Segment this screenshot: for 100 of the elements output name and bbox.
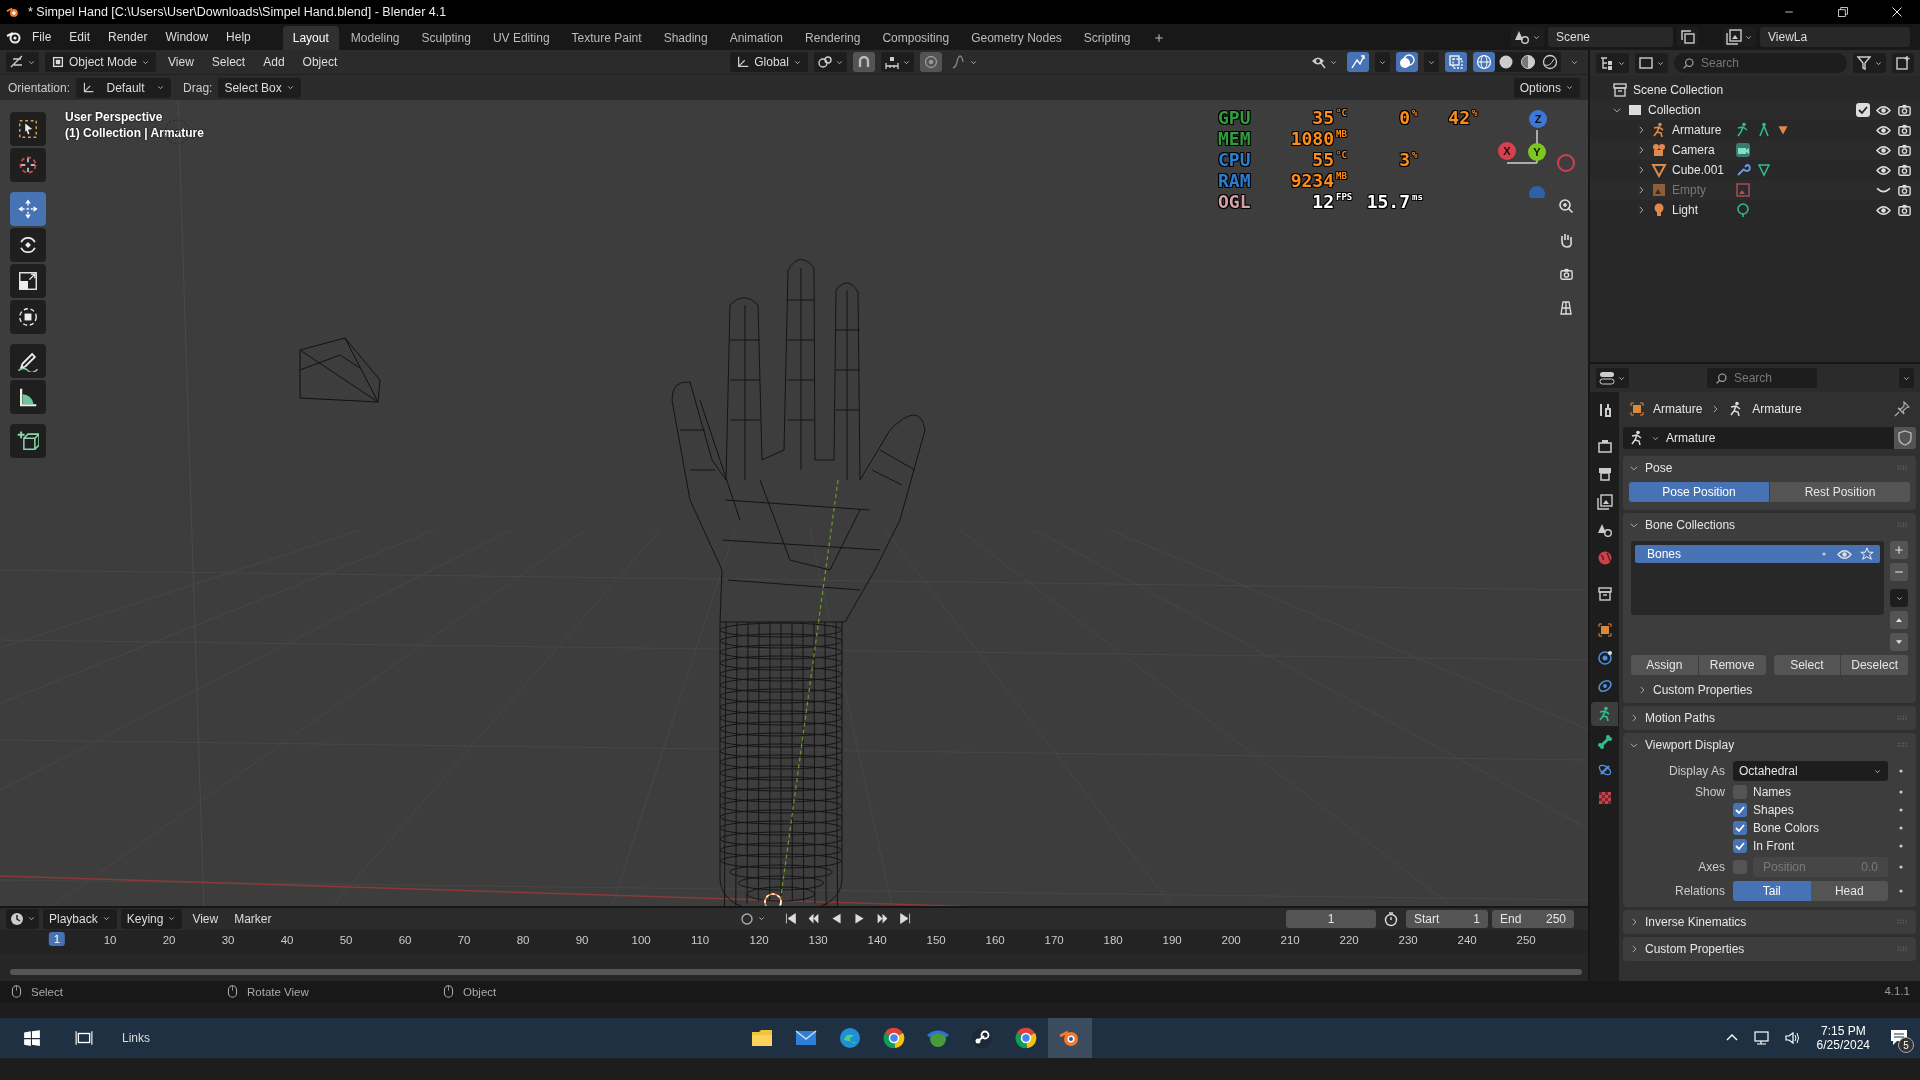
status-hint: Rotate View (247, 985, 309, 998)
frame-number: 180 (1103, 933, 1123, 946)
stat-label: GPU (1218, 108, 1252, 128)
frame-number: 240 (1457, 933, 1477, 946)
toggle-button[interactable]: Tail (1733, 881, 1811, 901)
workspace-tab[interactable]: Geometry Nodes (961, 26, 1072, 50)
menu-item[interactable]: Render (100, 27, 156, 47)
view-layer-field[interactable]: ViewLa (1760, 27, 1910, 47)
data-name-field[interactable]: Armature (1623, 427, 1916, 449)
menu-item[interactable]: Window (157, 27, 217, 47)
search-box[interactable]: Search (1707, 368, 1817, 388)
action-button[interactable]: Assign (1631, 655, 1698, 675)
frame-number: 10 (103, 933, 117, 946)
frame-number: 200 (1221, 933, 1241, 946)
tree-item[interactable]: Light (1672, 203, 1730, 217)
frame-number: 90 (575, 933, 589, 946)
frame-number: 130 (808, 933, 828, 946)
menu-item[interactable]: Marker (228, 909, 278, 928)
z-axis-label[interactable]: Z (1529, 110, 1547, 128)
frame-number: 230 (1398, 933, 1418, 946)
mode-dropdown[interactable]: Object Mode (45, 52, 157, 72)
action-button[interactable]: Deselect (1840, 655, 1908, 675)
options-dropdown[interactable]: Options (1513, 77, 1580, 98)
checkbox-label: In Front (1753, 839, 1795, 853)
frame-number: 110 (690, 933, 710, 946)
subpanel-header[interactable]: Custom Properties (1623, 679, 1767, 697)
search-box[interactable]: Search (1674, 53, 1847, 73)
x-axis-label[interactable]: X (1498, 142, 1516, 160)
action-button[interactable]: Remove (1697, 655, 1766, 675)
panel-header[interactable]: Bone Collections (1623, 513, 1916, 537)
notifications-button[interactable]: 5 (1884, 1023, 1914, 1053)
status-hint: Select (31, 985, 63, 998)
workspace-tab[interactable]: Rendering (795, 26, 871, 50)
y-axis-label[interactable]: Y (1528, 143, 1546, 161)
stat-label: CPU (1218, 150, 1252, 170)
current-frame-field[interactable]: 1 (1286, 909, 1376, 928)
drag-label: Drag: (183, 80, 213, 95)
menu-item[interactable]: Help (218, 27, 259, 47)
panel-header[interactable]: Viewport Display (1623, 733, 1916, 757)
list-item[interactable]: Bones (1635, 545, 1880, 563)
workspace-tab[interactable]: Sculpting (411, 26, 481, 50)
panel-header[interactable]: Pose (1623, 456, 1916, 480)
tree-item[interactable]: Cube.001 (1672, 163, 1730, 177)
playhead[interactable]: 1 (48, 931, 66, 946)
frame-number: 100 (631, 933, 651, 946)
panel-header[interactable]: Inverse Kinematics (1623, 910, 1916, 934)
stat-reading: 3% (1398, 150, 1419, 170)
search-field[interactable]: Search (1732, 370, 1809, 386)
menu-item[interactable]: Add (257, 53, 291, 71)
frame-number: 190 (1162, 933, 1182, 946)
menu-item[interactable]: File (24, 27, 60, 47)
menu-item[interactable]: View (162, 53, 200, 71)
workspace-tab[interactable]: Shading (653, 26, 718, 50)
tree-item[interactable]: Scene Collection (1633, 83, 1724, 97)
field-label: Relations (1673, 884, 1725, 898)
tree-item[interactable]: Armature (1672, 123, 1730, 137)
frame-number: 250 (1516, 933, 1536, 946)
menu-item[interactable]: Playback (43, 908, 117, 929)
end-frame-field[interactable]: End 250 (1492, 909, 1574, 928)
menu-item[interactable]: Object (296, 53, 344, 71)
frame-number: 210 (1280, 933, 1300, 946)
panel-header[interactable]: Custom Properties (1623, 937, 1916, 961)
orientation-dropdown[interactable]: Default (76, 77, 172, 98)
menu-item[interactable]: View (186, 909, 225, 928)
field-label: Display As (1667, 764, 1725, 778)
breadcrumb-item[interactable]: Armature (1752, 402, 1802, 416)
view-name: User Perspective (65, 110, 164, 124)
frame-number: 40 (280, 933, 294, 946)
field-label: Show (1693, 785, 1725, 799)
display-as-dropdown[interactable]: Octahedral (1733, 761, 1888, 781)
toggle-button[interactable]: Pose Position (1629, 482, 1769, 502)
workspace-tab[interactable]: Compositing (872, 26, 960, 50)
toggle-button[interactable]: Rest Position (1769, 482, 1910, 502)
frame-number: 160 (985, 933, 1005, 946)
start-frame-field[interactable]: Start 1 (1406, 909, 1488, 928)
frame-number: 150 (926, 933, 946, 946)
menu-item[interactable]: Edit (61, 27, 99, 47)
scene-field[interactable]: Scene (1548, 27, 1673, 47)
menu-item[interactable]: Keying (120, 908, 183, 929)
toggle-button[interactable]: Head (1810, 881, 1888, 901)
frame-number: 60 (398, 933, 412, 946)
tree-item[interactable]: Collection (1648, 103, 1706, 117)
workspace-tab[interactable]: Scripting (1073, 26, 1141, 50)
frame-number: 170 (1044, 933, 1064, 946)
workspace-tab[interactable]: Texture Paint (561, 26, 652, 50)
menu-item[interactable]: Select (205, 53, 252, 71)
workspace-tab[interactable]: UV Editing (482, 26, 560, 50)
frame-number: 120 (749, 933, 769, 946)
panel-header[interactable]: Motion Paths (1623, 706, 1916, 730)
links-toolbar[interactable]: Links (114, 1028, 158, 1048)
clock[interactable]: 7:15 PM 6/25/2024 (1810, 1024, 1876, 1052)
tree-item[interactable]: Camera (1672, 143, 1730, 157)
transform-orientation-dropdown[interactable]: Global (730, 52, 808, 72)
breadcrumb-item[interactable]: Armature (1653, 402, 1703, 416)
workspace-tab[interactable]: Modeling (340, 26, 410, 50)
action-button[interactable]: Select (1773, 655, 1841, 675)
drag-dropdown[interactable]: Select Box (218, 77, 301, 98)
workspace-tab[interactable]: Layout (282, 26, 339, 50)
checkbox-label: Shapes (1753, 803, 1794, 817)
workspace-tab[interactable]: Animation (719, 26, 794, 50)
